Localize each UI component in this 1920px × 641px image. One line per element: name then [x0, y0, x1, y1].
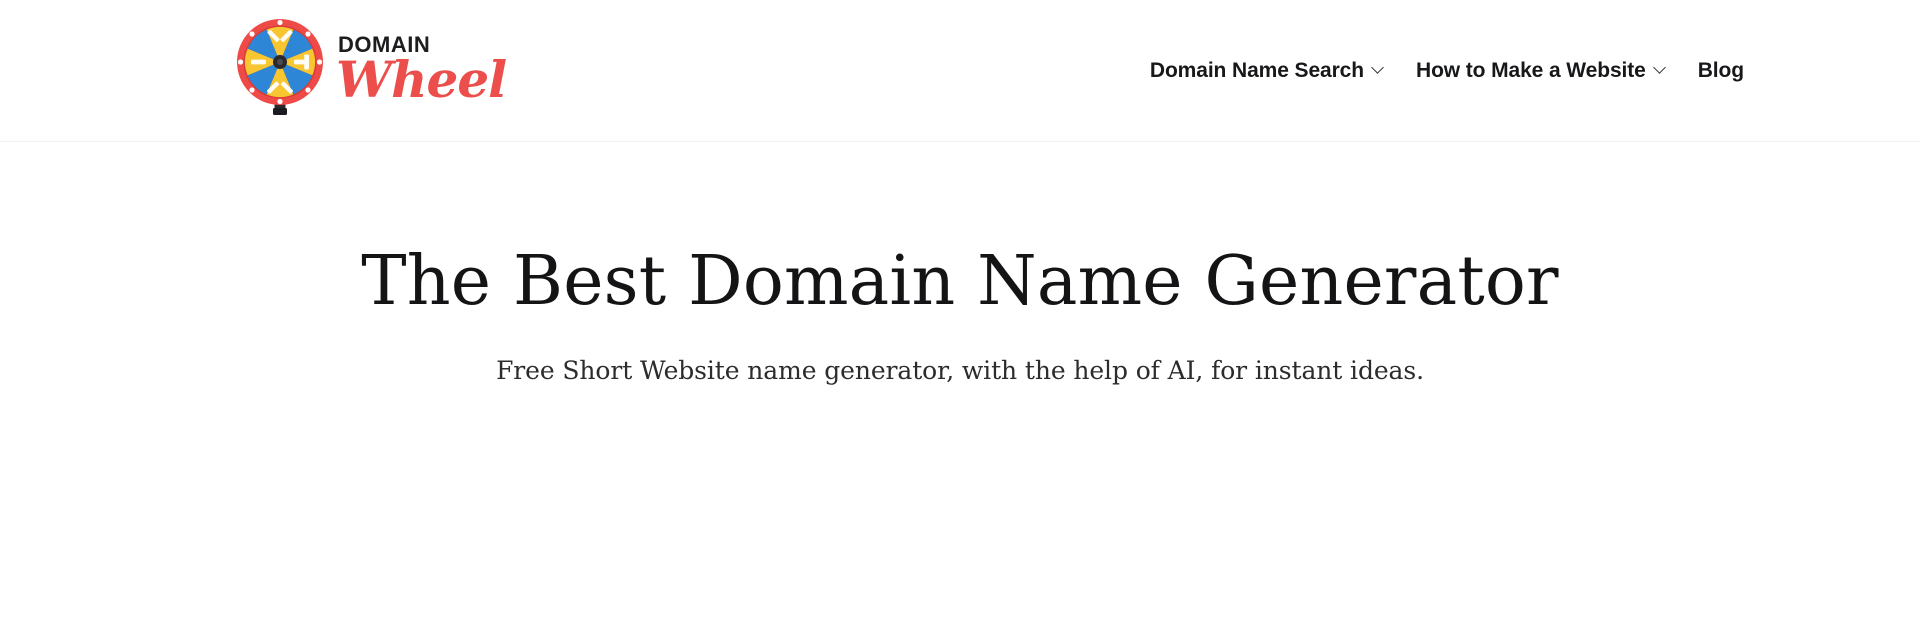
nav-item-label: Blog	[1697, 59, 1744, 82]
domain-wheel-spinner-icon	[237, 19, 323, 115]
page-title: The Best Domain Name Generator	[361, 242, 1559, 321]
chevron-down-icon	[1655, 63, 1666, 74]
site-logo[interactable]: DOMAIN Wheel	[236, 18, 507, 116]
nav-item-label: Domain Name Search	[1149, 59, 1364, 82]
logo-wheel-text: Wheel	[336, 49, 507, 109]
chevron-down-icon	[1373, 63, 1384, 74]
nav-item-how-to-make-a-website[interactable]: How to Make a Website	[1400, 59, 1682, 83]
site-header: DOMAIN Wheel Domain Name Search How to M…	[0, 0, 1920, 142]
main-navigation: Domain Name Search How to Make a Website…	[1134, 0, 1744, 142]
nav-item-label: How to Make a Website	[1416, 59, 1646, 82]
nav-item-domain-name-search[interactable]: Domain Name Search	[1134, 59, 1400, 83]
page-subtitle: Free Short Website name generator, with …	[496, 355, 1424, 385]
nav-item-blog[interactable]: Blog	[1682, 59, 1744, 83]
logo-wordmark: DOMAIN Wheel	[336, 32, 507, 109]
hero-section: The Best Domain Name Generator Free Shor…	[0, 242, 1920, 385]
